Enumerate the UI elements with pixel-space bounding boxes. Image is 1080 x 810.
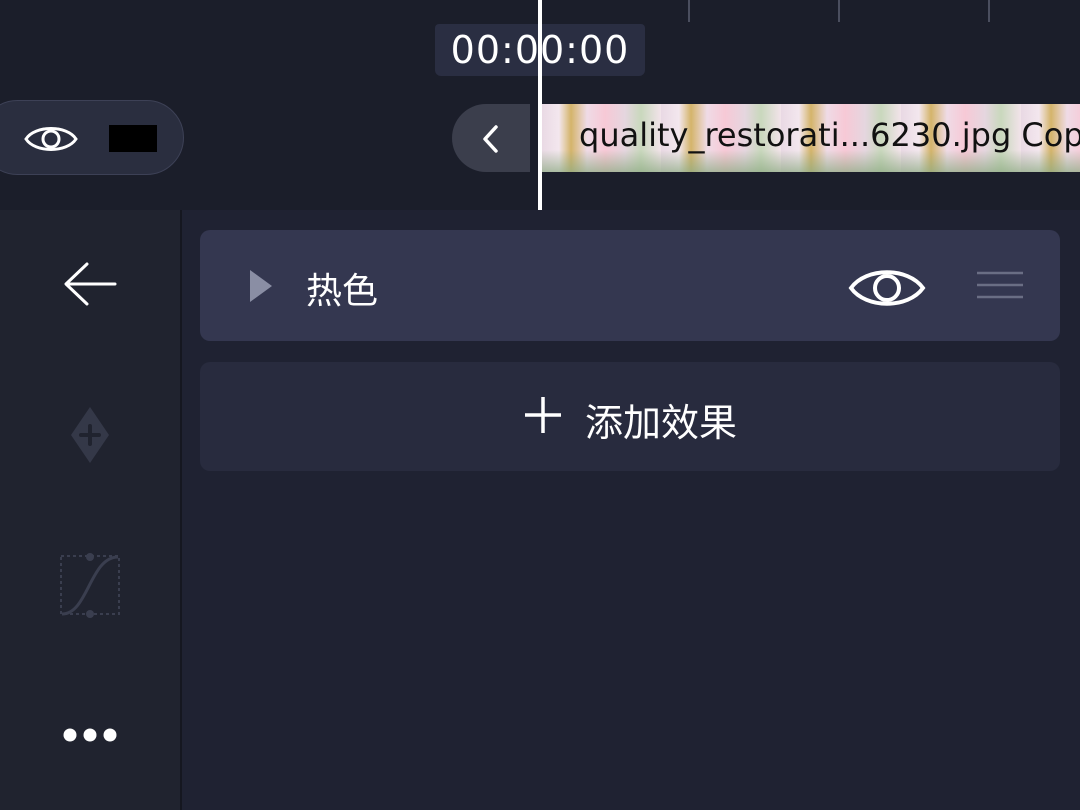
ruler-tick [988,0,990,22]
track-header[interactable] [0,100,184,175]
play-triangle-icon[interactable] [248,268,274,308]
keyframe-add-icon[interactable] [68,405,112,469]
plus-icon [523,395,563,444]
effect-name: 热色 [306,271,379,312]
effect-item[interactable]: 热色 [200,230,1060,341]
eye-icon[interactable] [848,264,926,316]
drag-handle-icon[interactable] [976,270,1024,304]
ruler-tick [838,0,840,22]
add-effect-label: 添加效果 [584,401,737,445]
playhead[interactable] [538,0,542,210]
more-dots-icon[interactable] [62,725,118,749]
track-color-swatch [109,125,157,152]
timeline-clip[interactable]: quality_restorati...6230.jpg Copy 3 [541,104,1080,172]
clip-label: quality_restorati...6230.jpg Copy 3 [579,116,1080,154]
add-effect-button[interactable]: 添加效果 [200,362,1060,471]
eye-icon[interactable] [23,121,79,161]
ease-curve-icon[interactable] [58,553,122,623]
arrow-left-icon[interactable] [62,260,118,312]
side-toolbar [0,210,182,810]
timeline[interactable]: 00:00:00 quality_restorati...6230.jpg Co… [0,0,1080,210]
ruler-tick [688,0,690,22]
collapse-button[interactable] [452,104,530,172]
